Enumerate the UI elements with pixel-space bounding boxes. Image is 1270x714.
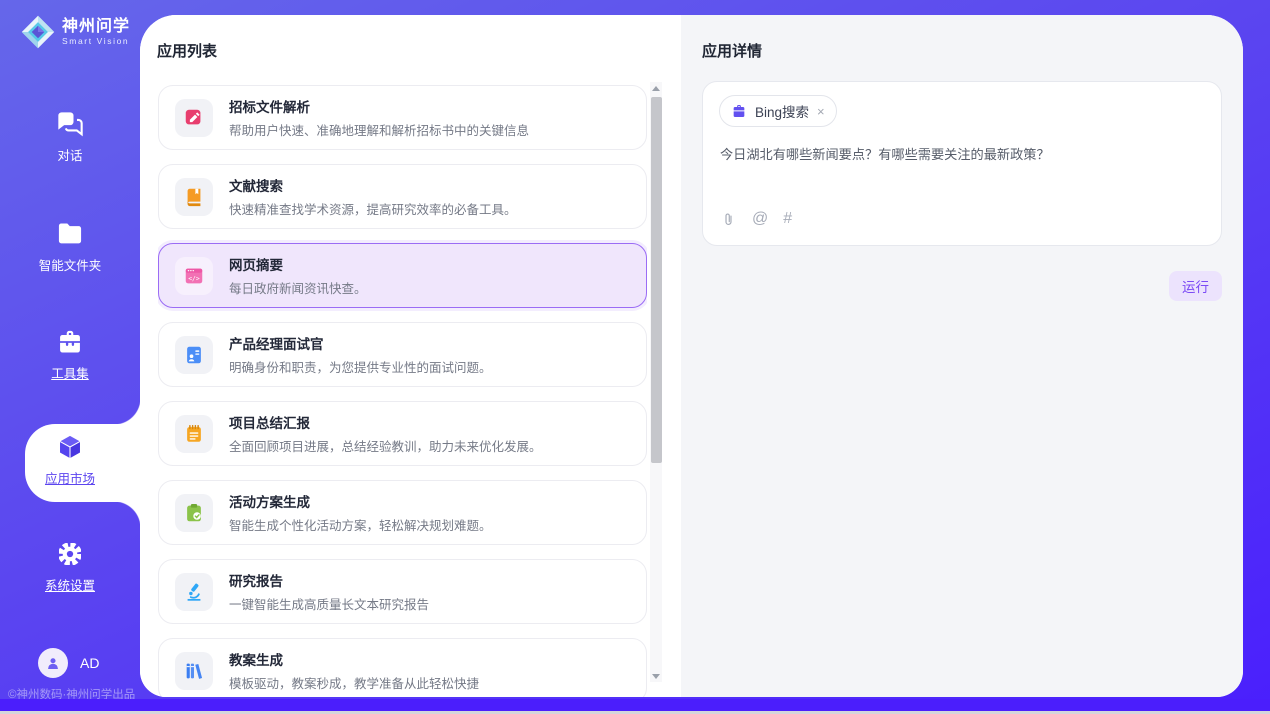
user-account[interactable]: AD xyxy=(38,648,99,678)
app-title: 产品经理面试官 xyxy=(229,333,492,353)
app-desc: 帮助用户快速、准确地理解和解析招标书中的关键信息 xyxy=(229,120,529,139)
run-button[interactable]: 运行 xyxy=(1169,271,1222,301)
app-title: 教案生成 xyxy=(229,649,479,669)
scrollbar-thumb[interactable] xyxy=(651,97,662,463)
app-desc: 全面回顾项目进展，总结经验教训，助力未来优化发展。 xyxy=(229,436,542,455)
app-card-web-summary[interactable]: </> 网页摘要 每日政府新闻资讯快查。 xyxy=(158,243,647,308)
main-panel: 应用列表 招标文件解析 帮助用户快速、准确地理解和解析招标书中的关键信息 xyxy=(140,15,1243,697)
app-desc: 明确身份和职责，为您提供专业性的面试问题。 xyxy=(229,357,492,376)
app-card-event-plan[interactable]: 活动方案生成 智能生成个性化活动方案，轻松解决规划难题。 xyxy=(158,480,647,545)
microscope-icon xyxy=(175,573,213,611)
app-title: 活动方案生成 xyxy=(229,491,492,511)
app-list-scrollbar[interactable] xyxy=(650,82,662,682)
query-text: 今日湖北有哪些新闻要点？有哪些需要关注的最新政策？ xyxy=(720,145,1200,165)
app-detail-title: 应用详情 xyxy=(702,40,762,61)
sidebar-item-chat[interactable]: 对话 xyxy=(0,110,140,164)
scroll-down-icon[interactable] xyxy=(650,670,662,682)
app-title: 项目总结汇报 xyxy=(229,412,542,432)
sidebar-item-label: 对话 xyxy=(57,145,82,164)
app-desc: 模板驱动，教案秒成，教学准备从此轻松快捷 xyxy=(229,673,479,692)
sidebar-item-label: 系统设置 xyxy=(45,575,95,594)
app-desc: 每日政府新闻资讯快查。 xyxy=(229,278,367,297)
app-card-project-summary[interactable]: 项目总结汇报 全面回顾项目进展，总结经验教训，助力未来优化发展。 xyxy=(158,401,647,466)
app-title: 招标文件解析 xyxy=(229,96,529,116)
scroll-up-icon[interactable] xyxy=(650,82,662,94)
at-icon[interactable]: @ xyxy=(752,210,768,228)
clipboard-check-icon xyxy=(175,494,213,532)
app-list: 招标文件解析 帮助用户快速、准确地理解和解析招标书中的关键信息 文献搜索 快速精… xyxy=(158,85,647,697)
brand-tagline: Smart Vision xyxy=(62,36,130,46)
app-list-title: 应用列表 xyxy=(157,40,217,61)
app-list-panel: 应用列表 招标文件解析 帮助用户快速、准确地理解和解析招标书中的关键信息 xyxy=(140,15,681,697)
sidebar-item-label: 智能文件夹 xyxy=(39,255,102,274)
app-card-lesson-plan[interactable]: 教案生成 模板驱动，教案秒成，教学准备从此轻松快捷 xyxy=(158,638,647,697)
app-desc: 一键智能生成高质量长文本研究报告 xyxy=(229,594,429,613)
paperclip-icon[interactable] xyxy=(720,211,737,228)
briefcase-icon xyxy=(731,103,747,119)
user-initials: AD xyxy=(80,655,99,671)
browser-code-icon: </> xyxy=(175,257,213,295)
hash-icon[interactable]: # xyxy=(783,210,792,228)
sidebar-item-toolset[interactable]: 工具集 xyxy=(0,328,140,382)
tool-chip-bing-search[interactable]: Bing搜索 × xyxy=(719,95,837,127)
app-card-bid-parse[interactable]: 招标文件解析 帮助用户快速、准确地理解和解析招标书中的关键信息 xyxy=(158,85,647,150)
sidebar-item-settings[interactable]: 系统设置 xyxy=(0,540,140,594)
app-desc: 智能生成个性化活动方案，轻松解决规划难题。 xyxy=(229,515,492,534)
app-desc: 快速精准查找学术资源，提高研究效率的必备工具。 xyxy=(229,199,517,218)
cube-icon xyxy=(56,433,84,461)
sidebar-item-smart-folder[interactable]: 智能文件夹 xyxy=(0,220,140,274)
toolbox-icon xyxy=(56,328,84,356)
app-title: 研究报告 xyxy=(229,570,429,590)
gear-icon xyxy=(56,540,84,568)
close-icon[interactable]: × xyxy=(817,105,825,118)
sidebar-item-label: 应用市场 xyxy=(45,468,95,487)
sidebar: 神州问学 Smart Vision 对话 智能文件夹 工具集 xyxy=(0,0,140,714)
folder-icon xyxy=(56,220,84,248)
app-title: 文献搜索 xyxy=(229,175,517,195)
book-icon xyxy=(175,178,213,216)
resume-icon xyxy=(175,336,213,374)
chat-icon xyxy=(56,110,84,138)
app-card-pm-interviewer[interactable]: 产品经理面试官 明确身份和职责，为您提供专业性的面试问题。 xyxy=(158,322,647,387)
app-card-literature-search[interactable]: 文献搜索 快速精准查找学术资源，提高研究效率的必备工具。 xyxy=(158,164,647,229)
composer-toolbar: @ # xyxy=(720,210,792,228)
books-icon xyxy=(175,652,213,690)
doc-edit-icon xyxy=(175,99,213,137)
sidebar-item-app-market[interactable]: 应用市场 xyxy=(0,433,140,487)
sidebar-item-label: 工具集 xyxy=(51,363,89,382)
bottom-bar xyxy=(0,699,1270,711)
prompt-card: Bing搜索 × 今日湖北有哪些新闻要点？有哪些需要关注的最新政策？ @ # xyxy=(702,81,1222,246)
app-card-research-report[interactable]: 研究报告 一键智能生成高质量长文本研究报告 xyxy=(158,559,647,624)
brand-name: 神州问学 xyxy=(62,18,130,36)
person-icon xyxy=(44,654,62,672)
svg-text:</>: </> xyxy=(188,274,200,282)
tool-chip-label: Bing搜索 xyxy=(755,101,809,121)
diamond-logo-icon xyxy=(20,14,56,50)
notepad-icon xyxy=(175,415,213,453)
avatar xyxy=(38,648,68,678)
app-detail-panel: 应用详情 Bing搜索 × 今日湖北有哪些新闻要点？有哪些需要关注的最新政策？ … xyxy=(681,15,1243,697)
brand-logo: 神州问学 Smart Vision xyxy=(20,14,130,50)
app-title: 网页摘要 xyxy=(229,254,367,274)
